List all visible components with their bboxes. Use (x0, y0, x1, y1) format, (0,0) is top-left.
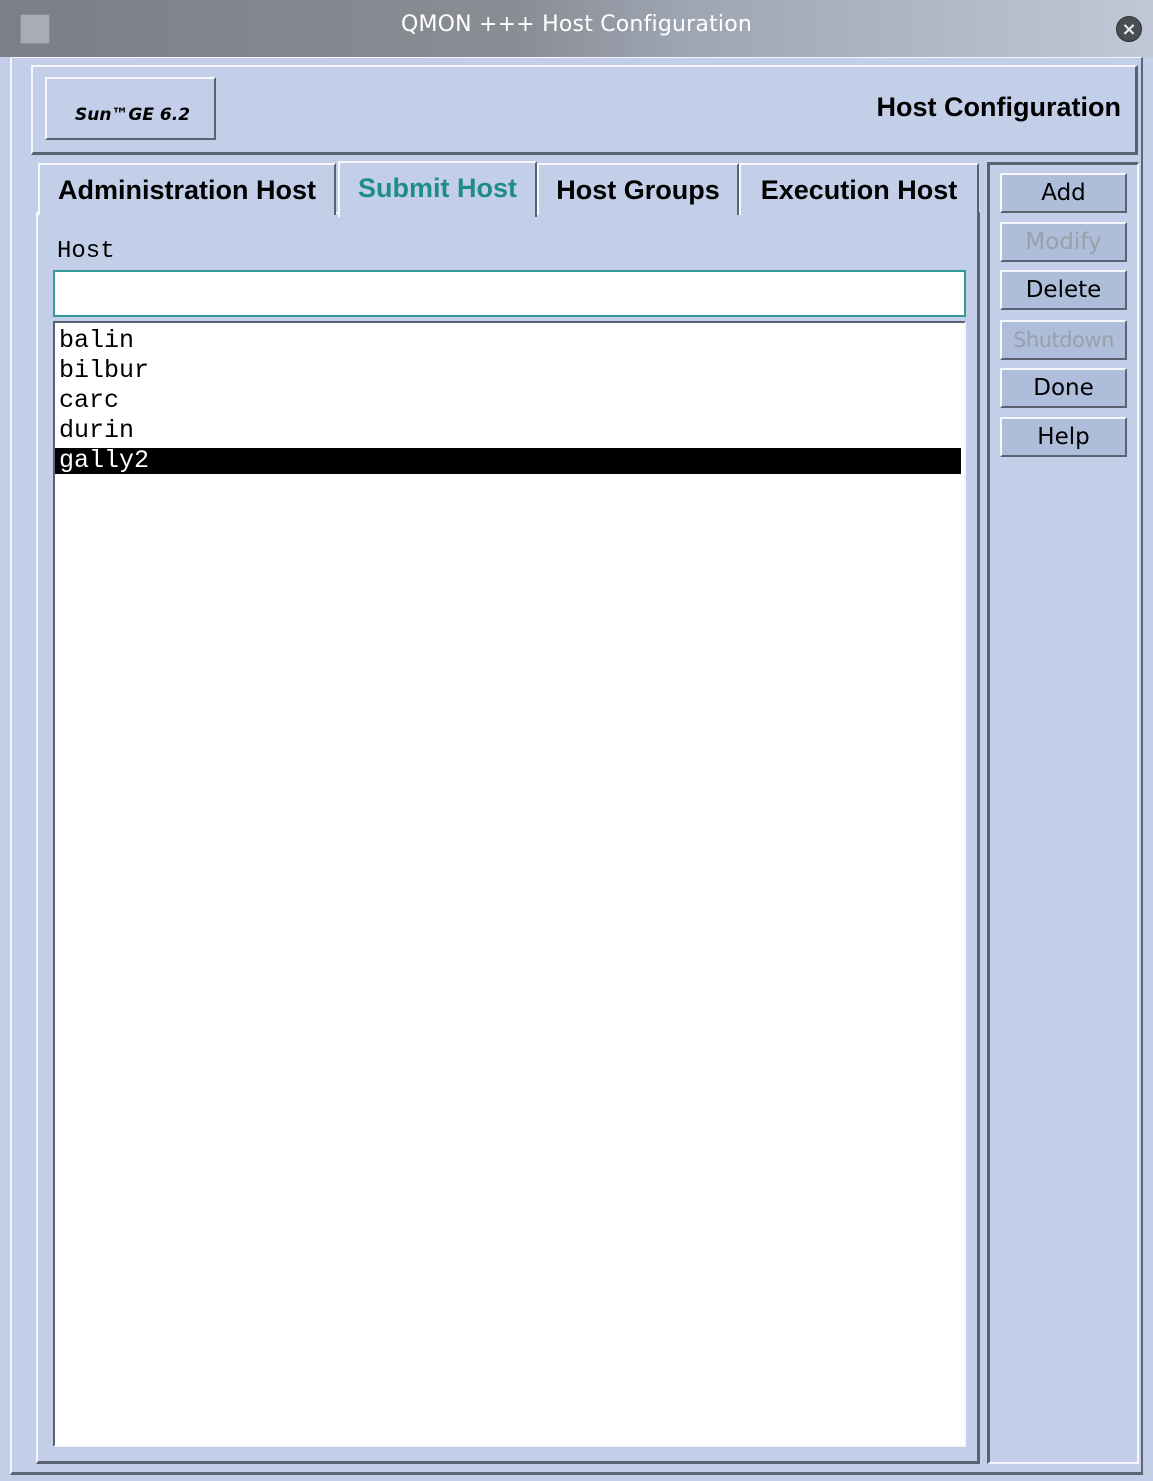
close-icon[interactable]: × (1116, 16, 1142, 42)
page-title: Host Configuration (876, 92, 1121, 122)
host-list[interactable]: balin bilbur carc durin gally2 (53, 321, 966, 1447)
shutdown-button[interactable]: Shutdown (1000, 320, 1127, 360)
sge-logo-button[interactable]: Sun™GE 6.2 (45, 77, 216, 140)
host-input[interactable] (53, 270, 966, 317)
tab-submit-host[interactable]: Submit Host (338, 161, 537, 217)
list-item[interactable]: bilbur (55, 356, 961, 386)
add-button[interactable]: Add (1000, 173, 1127, 213)
tab-execution-host[interactable]: Execution Host (739, 163, 979, 215)
list-item[interactable]: balin (55, 326, 961, 356)
list-item[interactable]: carc (55, 386, 961, 416)
tab-host-groups[interactable]: Host Groups (537, 163, 739, 215)
delete-button[interactable]: Delete (1000, 270, 1127, 310)
window-titlebar[interactable]: QMON +++ Host Configuration × (0, 0, 1153, 57)
done-button[interactable]: Done (1000, 368, 1127, 408)
window-title: QMON +++ Host Configuration (400, 12, 753, 37)
help-button[interactable]: Help (1000, 417, 1127, 457)
list-item[interactable]: durin (55, 416, 961, 446)
list-item-selected[interactable]: gally2 (55, 448, 961, 474)
tab-administration-host[interactable]: Administration Host (38, 163, 336, 215)
host-field-label: Host (57, 238, 115, 265)
modify-button[interactable]: Modify (1000, 222, 1127, 262)
